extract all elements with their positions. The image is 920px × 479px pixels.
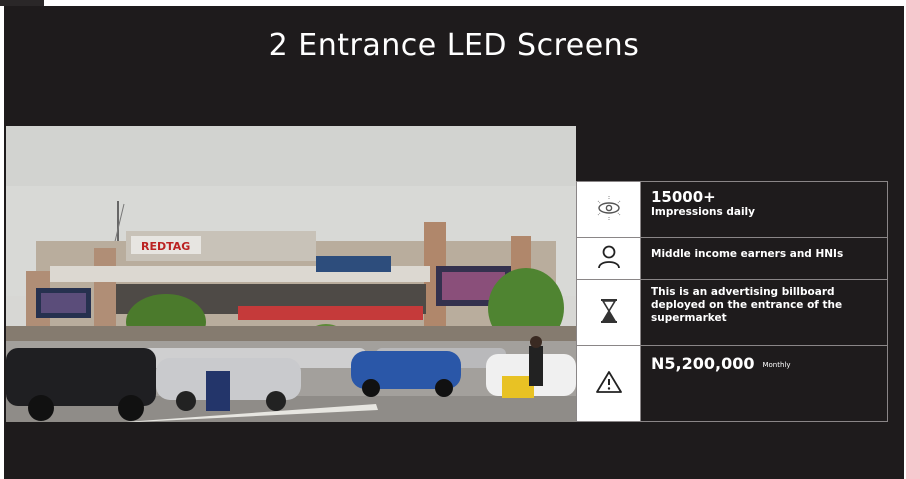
audience-icon-cell (577, 238, 641, 279)
impressions-icon-cell (577, 182, 641, 237)
accent-strip (906, 0, 920, 479)
warning-icon (595, 369, 623, 399)
description-icon-cell (577, 280, 641, 345)
audience-label: Middle income earners and HNIs (651, 248, 844, 260)
description-text-cell: This is an advertising billboard deploye… (641, 280, 887, 345)
audience-row: Middle income earners and HNIs (577, 238, 887, 280)
price-text-cell: N5,200,000 Monthly (641, 346, 887, 421)
store-sign-text: REDTAG (141, 240, 190, 253)
impressions-row: 15000+ Impressions daily (577, 182, 887, 238)
info-table: 15000+ Impressions daily Middle income e… (576, 181, 888, 422)
eye-icon (593, 192, 625, 228)
audience-text-cell: Middle income earners and HNIs (641, 238, 887, 279)
impressions-label: Impressions daily (651, 206, 756, 218)
description-row: This is an advertising billboard deploye… (577, 280, 887, 346)
mall-entrance-photo: REDTAG (6, 126, 576, 422)
slide: 2 Entrance LED Screens REDTAG 15000+ Imp… (4, 6, 904, 479)
price-value: N5,200,000 (651, 354, 755, 373)
impressions-value: 15000+ (651, 188, 716, 206)
hourglass-icon (597, 297, 621, 329)
price-row: N5,200,000 Monthly (577, 346, 887, 421)
price-icon-cell (577, 346, 641, 421)
person-icon (595, 243, 623, 275)
price-unit: Monthly (762, 360, 791, 369)
impressions-text-cell: 15000+ Impressions daily (641, 182, 887, 237)
slide-title: 2 Entrance LED Screens (268, 28, 640, 63)
description-label: This is an advertising billboard deploye… (651, 286, 843, 324)
